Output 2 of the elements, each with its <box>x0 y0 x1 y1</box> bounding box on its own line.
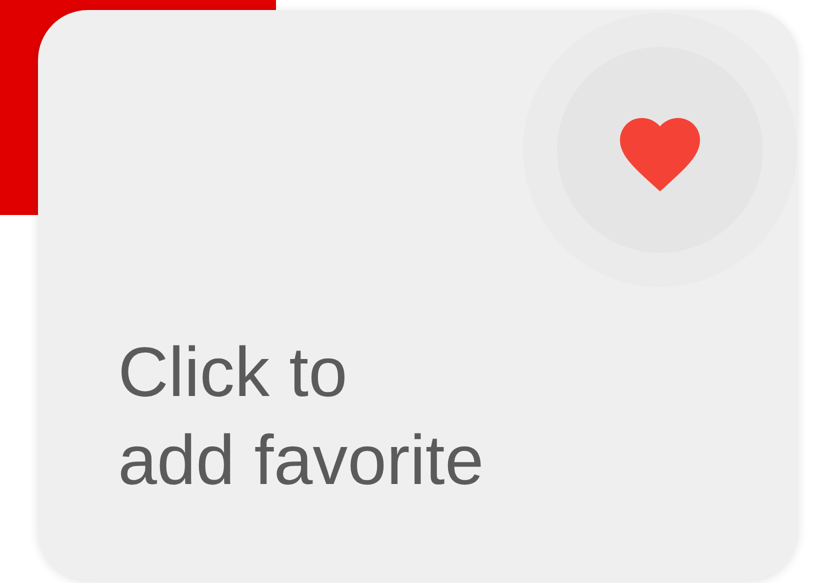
card-label: Click to add favorite <box>118 332 484 501</box>
favorite-card[interactable]: Click to add favorite <box>38 10 798 580</box>
